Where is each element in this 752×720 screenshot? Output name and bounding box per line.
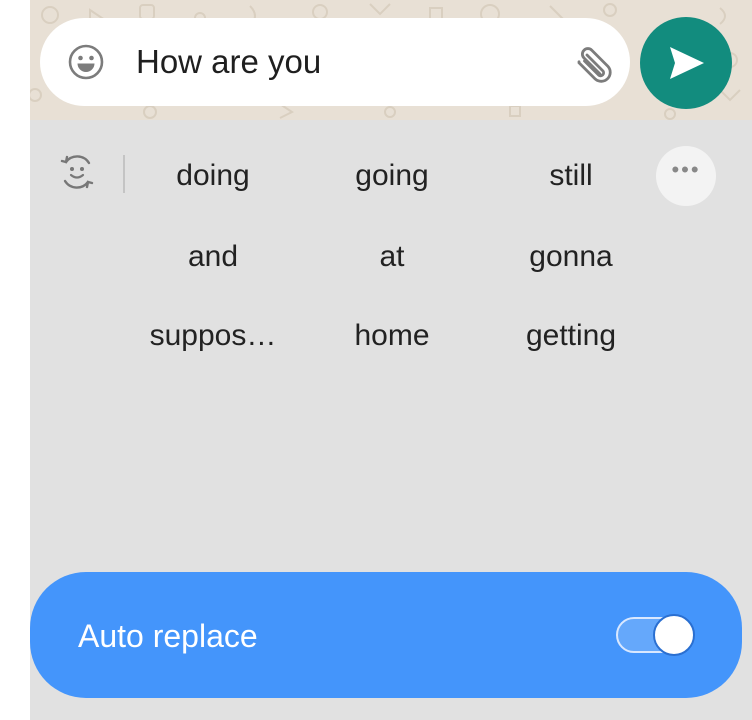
message-input[interactable]: How are you: [40, 18, 630, 106]
send-icon: [670, 47, 704, 79]
suggestion-word[interactable]: gonna: [486, 237, 656, 277]
send-button[interactable]: [640, 17, 732, 109]
suggestion-word[interactable]: doing: [128, 156, 298, 196]
emoji-refresh-icon[interactable]: [58, 153, 96, 191]
suggestion-word[interactable]: getting: [486, 316, 656, 356]
auto-replace-row[interactable]: Auto replace: [30, 572, 742, 698]
suggestion-word[interactable]: suppos…: [128, 316, 298, 356]
auto-replace-toggle[interactable]: [616, 614, 695, 656]
toggle-knob: [653, 614, 695, 656]
suggestion-word[interactable]: going: [307, 156, 477, 196]
more-icon: •••: [671, 157, 701, 182]
suggestion-divider: [123, 155, 125, 193]
suggestion-word[interactable]: and: [128, 237, 298, 277]
emoji-icon[interactable]: [68, 44, 104, 80]
suggestion-word[interactable]: still: [486, 156, 656, 196]
paperclip-icon[interactable]: [570, 42, 614, 86]
keyboard-screen: How are you doing going still ••• and at…: [30, 0, 752, 720]
suggestion-word[interactable]: home: [307, 316, 477, 356]
auto-replace-label: Auto replace: [78, 618, 258, 654]
message-text: How are you: [136, 43, 322, 80]
more-suggestions-button[interactable]: •••: [656, 146, 716, 206]
suggestion-word[interactable]: at: [307, 237, 477, 277]
